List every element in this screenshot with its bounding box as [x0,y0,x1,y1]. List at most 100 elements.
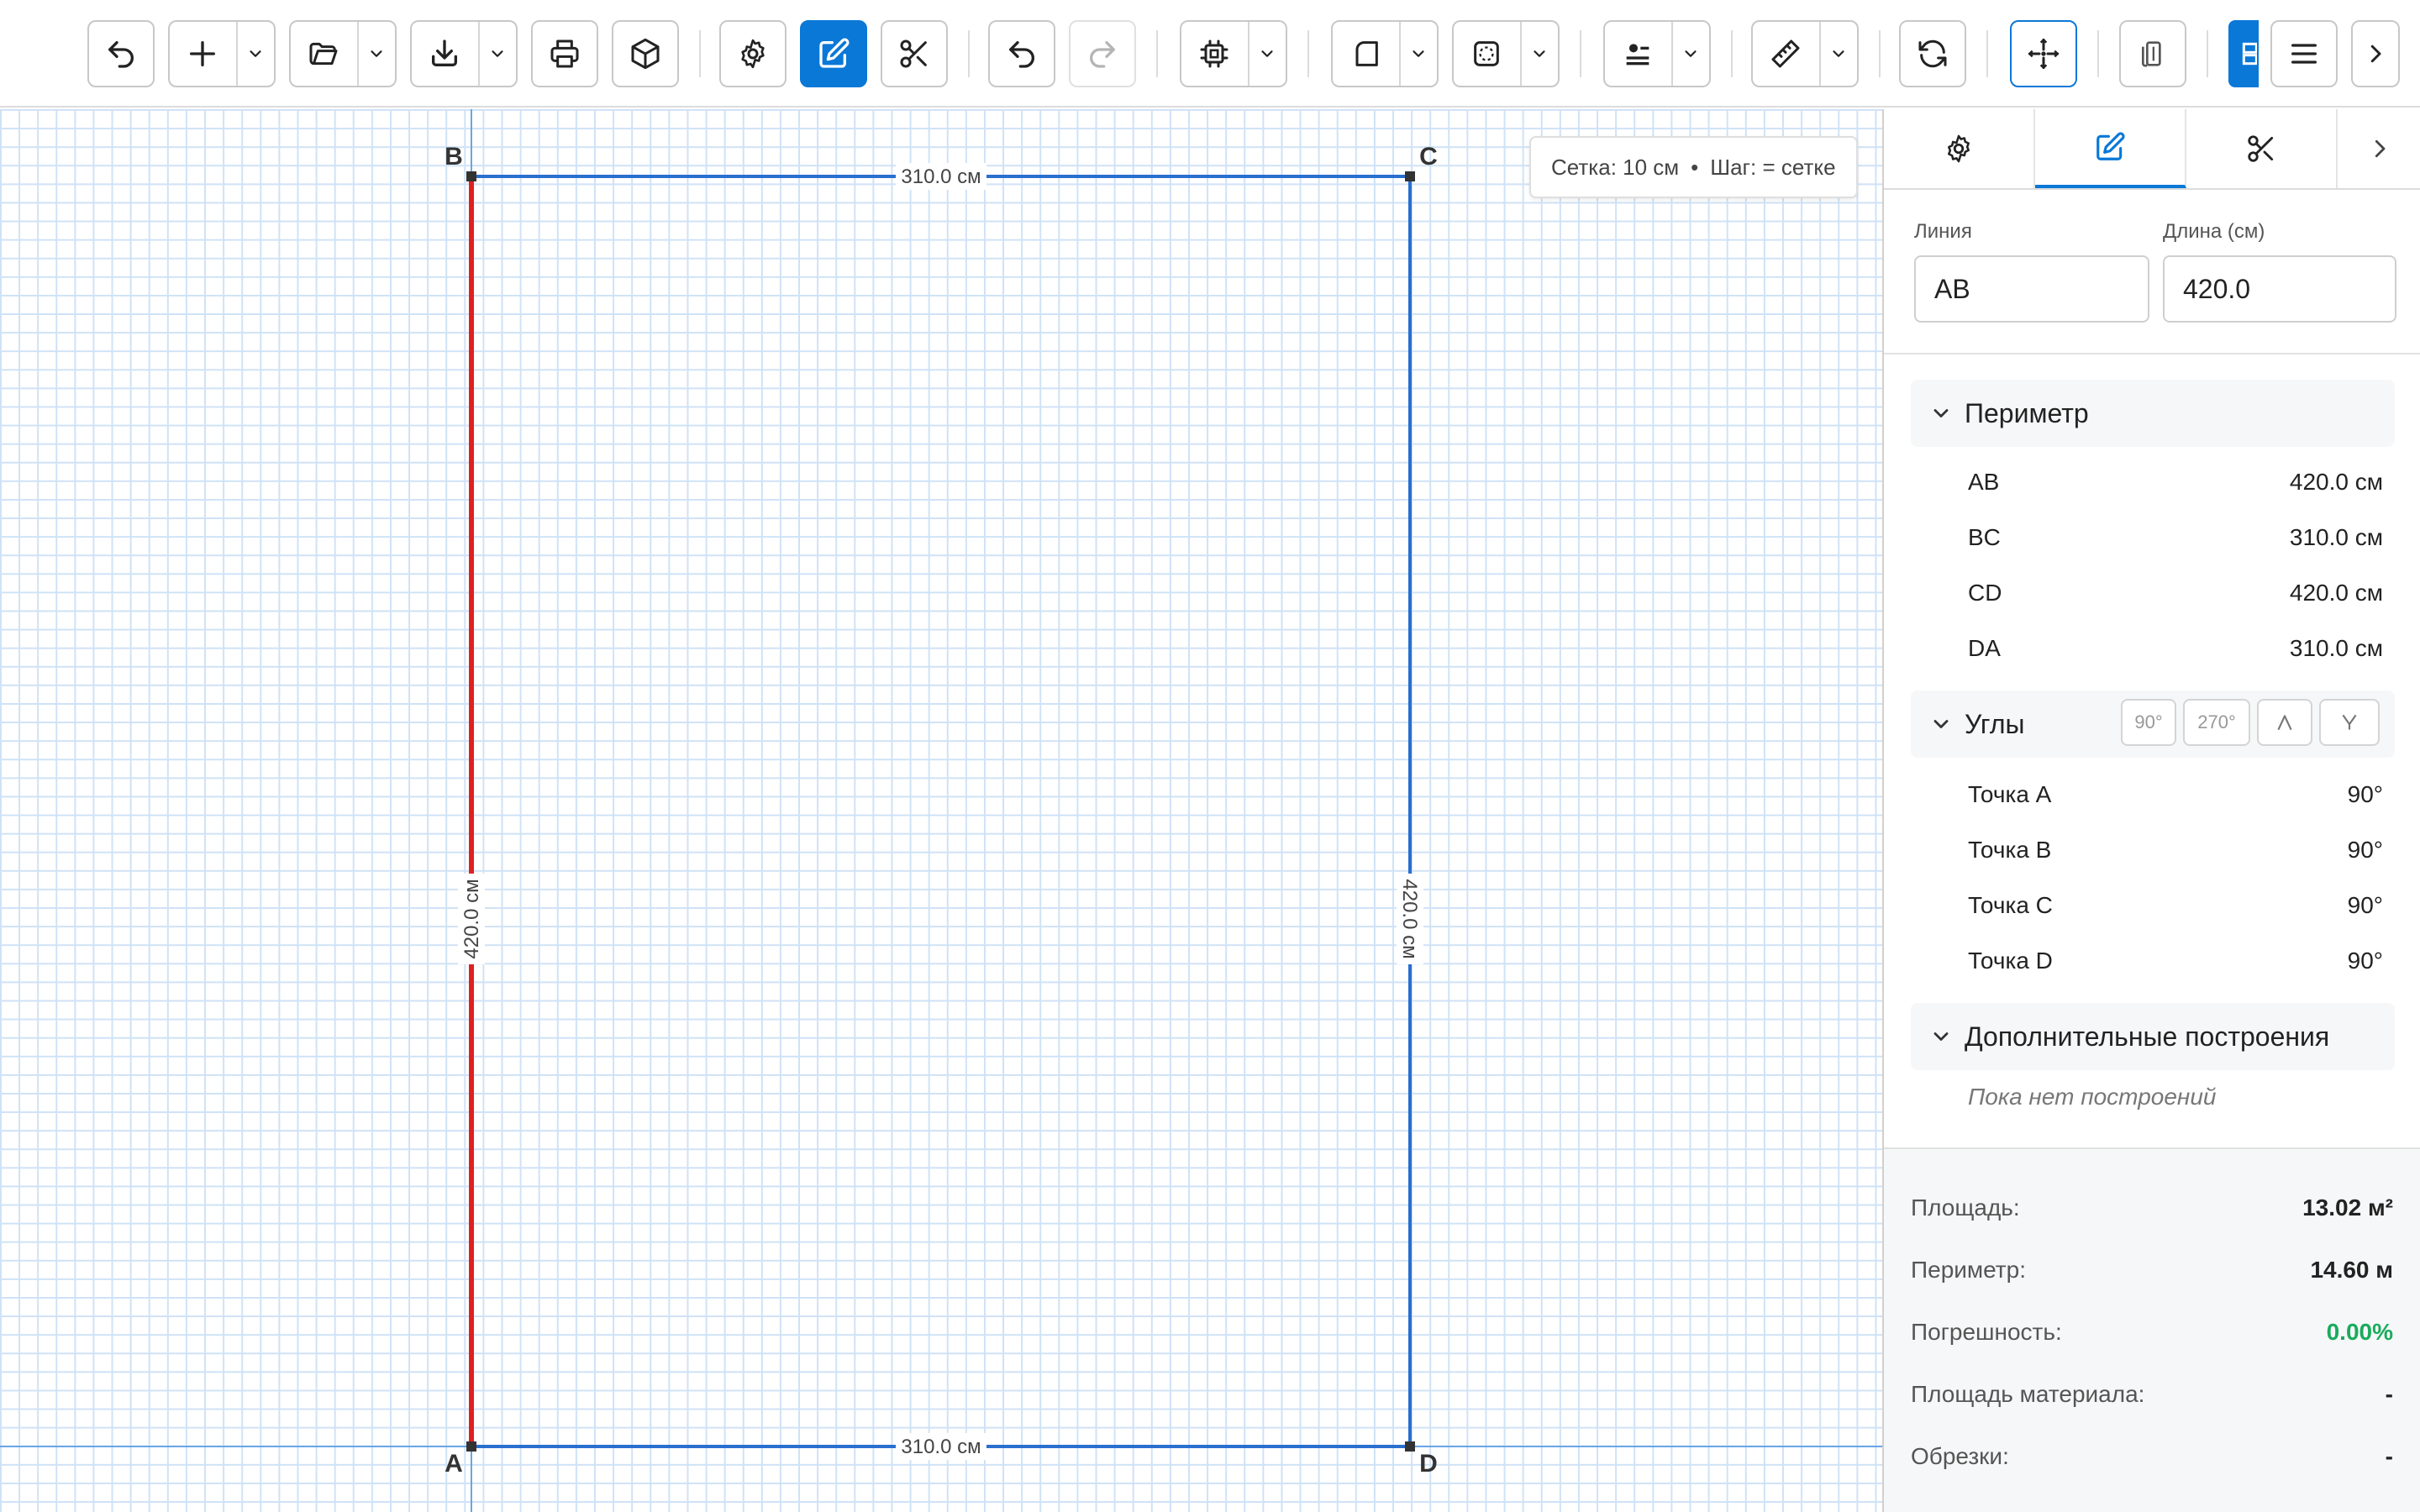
corner-shape-icon [1355,41,1379,66]
point-label-a: A [445,1450,463,1478]
separator-dot: • [1691,154,1699,180]
open-dropdown[interactable] [356,22,395,86]
corner-shape-button[interactable] [1331,20,1439,87]
toolbar-separator [2097,30,2099,77]
undo-icon [108,41,134,68]
history-undo-button[interactable] [988,20,1055,87]
save-button[interactable] [410,20,518,87]
line-name-field[interactable] [1914,255,2149,323]
print-button[interactable] [531,20,598,87]
center-view-button[interactable] [2010,20,2077,87]
side-name: CD [1968,580,2002,606]
toolbar-separator [1156,30,1158,77]
angles-section-header[interactable]: Углы 90° 270° [1911,690,2395,758]
toolbar-separator [1879,30,1881,77]
toolbar-scroll-right-button[interactable] [2351,20,2400,87]
angle-row[interactable]: Точка B 90° [1968,825,2383,875]
perimeter-row[interactable]: DA 310.0 см [1968,623,2383,674]
printer-icon [550,39,579,68]
point-name: Точка D [1968,948,2053,974]
round-shape-button[interactable] [1452,20,1560,87]
edit-mode-button[interactable] [800,20,867,87]
hamburger-icon [2291,44,2317,64]
summary-section: Площадь: 13.02 м² Периметр: 14.60 м Погреш… [1884,1147,2420,1512]
dim-label-ab: 420.0 см [460,879,483,958]
length-field[interactable] [2163,255,2396,323]
scraps-row: Обрезки: - [1911,1431,2393,1482]
cut-mode-button[interactable] [881,20,948,87]
angle-row[interactable]: Точка A 90° [1968,769,2383,820]
menu-button[interactable] [2270,20,2338,87]
perimeter-row[interactable]: AB 420.0 см [1968,457,2383,507]
settings-button[interactable] [719,20,786,87]
inner-corner-icon [2342,714,2357,730]
round-shape-dropdown[interactable] [1519,22,1558,86]
angle-value: 90° [2347,837,2383,863]
lighting-dropdown[interactable] [1670,22,1709,86]
toolbar-separator [1580,30,1581,77]
vertex-d[interactable] [1405,1441,1415,1452]
toolbar-separator [1986,30,1988,77]
outer-corner-icon [2277,715,2292,731]
layout-button[interactable] [2228,20,2259,87]
room-drawing[interactable]: 310.0 см 310.0 см 420.0 см 420.0 см B C … [0,109,1882,1512]
angle-value: 90° [2347,948,2383,974]
outer-corner-button[interactable] [2257,699,2312,746]
layers-button[interactable] [2119,20,2186,87]
perimeter-row[interactable]: BC 310.0 см [1968,512,2383,563]
angles-title: Углы [1965,708,2025,739]
point-name: Точка B [1968,837,2052,863]
toolbar-separator [1731,30,1733,77]
inner-corner-button[interactable] [2319,699,2380,746]
area-row: Площадь: 13.02 м² [1911,1183,2393,1233]
extra-section-header[interactable]: Дополнительные построения [1911,1003,2395,1070]
perimeter-total-row: Периметр: 14.60 м [1911,1245,2393,1295]
snap-button[interactable] [1180,20,1287,87]
chevron-right-icon [2375,139,2386,158]
add-button[interactable] [168,20,276,87]
lighting-button[interactable] [1603,20,1711,87]
chevron-down-icon [1261,50,1273,57]
vertex-a[interactable] [466,1441,476,1452]
vertex-b[interactable] [466,171,476,181]
add-dropdown[interactable] [235,22,274,86]
line-label: Линия [1914,220,1972,243]
snap-dropdown[interactable] [1247,22,1286,86]
point-name: Точка A [1968,781,2052,807]
perimeter-section-header[interactable]: Периметр [1911,380,2395,447]
ruler-icon [1771,39,1800,68]
angle-row[interactable]: Точка D 90° [1968,936,2383,986]
tab-edit[interactable] [2035,109,2186,188]
dim-label-da: 310.0 см [901,1436,981,1458]
perimeter-title: Периметр [1965,397,2089,428]
tab-settings[interactable] [1884,109,2035,188]
save-dropdown[interactable] [477,22,516,86]
tab-scroll-right[interactable] [2338,109,2420,188]
measure-dropdown[interactable] [1818,22,1857,86]
chip-icon [1200,39,1228,68]
corner-shape-dropdown[interactable] [1398,22,1437,86]
folder-open-icon [309,42,338,66]
vertex-c[interactable] [1405,171,1415,181]
set-270-button[interactable]: 270° [2183,699,2250,746]
side-name: AB [1968,469,2000,495]
undo-button[interactable] [87,20,155,87]
point-label-c: C [1419,143,1438,171]
refresh-icon [1918,39,1947,68]
3d-view-button[interactable] [612,20,679,87]
tab-cut[interactable] [2186,109,2338,188]
measure-button[interactable] [1751,20,1859,87]
open-button[interactable] [289,20,397,87]
angle-row[interactable]: Точка C 90° [1968,880,2383,931]
refresh-button[interactable] [1899,20,1966,87]
history-redo-button[interactable] [1069,20,1136,87]
set-90-button[interactable]: 90° [2121,699,2176,746]
chevron-down-icon [1685,50,1697,57]
grid-size-text: Сетка: 10 см [1551,154,1680,180]
plus-icon [190,41,216,67]
side-length: 420.0 см [2289,469,2383,495]
toolbar-separator [968,30,970,77]
layout-icon [2242,42,2257,66]
perimeter-row[interactable]: CD 420.0 см [1968,568,2383,618]
drawing-canvas[interactable]: 310.0 см 310.0 см 420.0 см 420.0 см B C … [0,109,1882,1512]
